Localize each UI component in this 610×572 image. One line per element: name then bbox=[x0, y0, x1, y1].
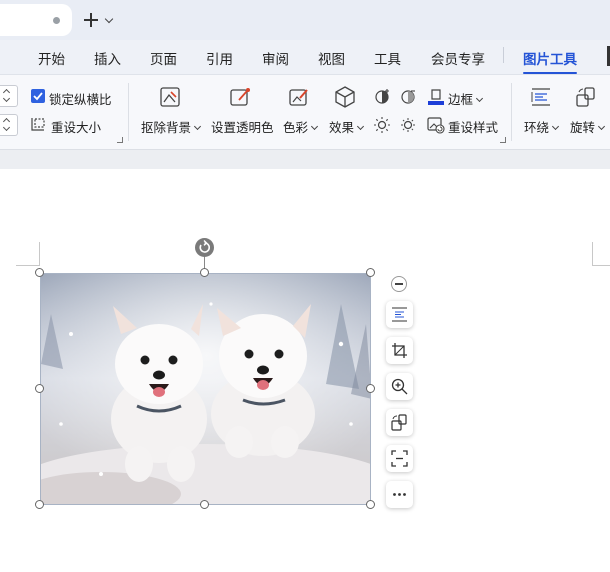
resize-handle-left[interactable] bbox=[35, 384, 44, 393]
menu-divider bbox=[503, 47, 504, 63]
reset-style-icon[interactable] bbox=[427, 116, 445, 134]
spin-down-icon[interactable] bbox=[2, 94, 11, 103]
resize-handle-top-left[interactable] bbox=[35, 268, 44, 277]
increase-brightness-icon[interactable] bbox=[373, 116, 391, 134]
resize-handle-bottom-left[interactable] bbox=[35, 500, 44, 509]
border-label: 边框 bbox=[448, 93, 474, 107]
color-button[interactable]: 色彩 bbox=[283, 117, 319, 136]
size-dialog-launcher-icon[interactable] bbox=[117, 137, 123, 143]
height-spinner[interactable] bbox=[0, 85, 18, 107]
chevron-down-icon bbox=[551, 122, 560, 131]
chevron-down-icon bbox=[310, 122, 319, 131]
document-tab[interactable] bbox=[0, 4, 72, 36]
color-adjust-icon[interactable] bbox=[288, 86, 310, 108]
margin-mark-right bbox=[592, 242, 593, 266]
reset-size-icon[interactable] bbox=[30, 116, 46, 132]
wrap-text-icon bbox=[392, 307, 407, 322]
menu-insert[interactable]: 插入 bbox=[94, 48, 121, 68]
width-spinner[interactable] bbox=[0, 114, 18, 136]
wrap-button[interactable]: 环绕 bbox=[524, 117, 560, 136]
remove-background-label: 抠除背景 bbox=[141, 121, 192, 135]
spin-down-icon[interactable] bbox=[2, 123, 11, 132]
effects-icon[interactable] bbox=[334, 85, 356, 109]
collapse-toolbar-icon[interactable] bbox=[391, 276, 407, 292]
ribbon-divider bbox=[511, 83, 512, 141]
rotate-button[interactable]: 旋转 bbox=[570, 117, 606, 136]
resize-handle-bottom-right[interactable] bbox=[366, 500, 375, 509]
decrease-contrast-icon[interactable] bbox=[399, 88, 417, 106]
ribbon-divider bbox=[128, 83, 129, 141]
resize-handle-right[interactable] bbox=[366, 384, 375, 393]
menu-page[interactable]: 页面 bbox=[150, 48, 177, 68]
resize-handle-top-right[interactable] bbox=[366, 268, 375, 277]
rotate-handle-icon[interactable] bbox=[195, 238, 214, 257]
lock-aspect-label[interactable]: 锁定纵横比 bbox=[49, 89, 112, 108]
resize-handle-bottom[interactable] bbox=[200, 500, 209, 509]
menu-tools[interactable]: 工具 bbox=[374, 48, 401, 68]
decrease-brightness-icon[interactable] bbox=[399, 116, 417, 134]
scan-button[interactable] bbox=[386, 445, 413, 472]
menu-references[interactable]: 引用 bbox=[206, 48, 233, 68]
set-transparent-color-icon[interactable] bbox=[229, 86, 251, 108]
chevron-down-icon bbox=[356, 122, 365, 131]
reset-style-label[interactable]: 重设样式 bbox=[448, 117, 498, 136]
remove-background-button[interactable]: 抠除背景 bbox=[141, 117, 202, 136]
remove-background-icon[interactable] bbox=[159, 86, 181, 108]
puppies-photo bbox=[41, 274, 370, 504]
zoom-in-icon bbox=[391, 378, 408, 395]
rotate-icon[interactable] bbox=[575, 86, 597, 108]
crop-icon bbox=[392, 343, 407, 358]
more-icon bbox=[393, 493, 406, 496]
menu-picture-tools[interactable]: 图片工具 bbox=[523, 48, 577, 74]
set-transparent-color-label[interactable]: 设置透明色 bbox=[211, 117, 274, 136]
chevron-down-icon bbox=[597, 122, 606, 131]
color-label: 色彩 bbox=[283, 121, 309, 135]
selected-image[interactable] bbox=[40, 273, 371, 505]
picture-style-launcher-icon[interactable] bbox=[500, 137, 506, 143]
unsaved-dot-icon bbox=[53, 17, 60, 24]
lock-aspect-checkbox[interactable] bbox=[31, 89, 45, 103]
chevron-down-icon bbox=[475, 94, 484, 103]
border-button[interactable]: 边框 bbox=[448, 89, 484, 108]
effects-label: 效果 bbox=[329, 121, 355, 135]
menu-review[interactable]: 审阅 bbox=[262, 48, 289, 68]
chevron-down-icon bbox=[193, 122, 202, 131]
check-icon bbox=[33, 92, 43, 101]
border-icon[interactable] bbox=[428, 88, 444, 106]
menu-view[interactable]: 视图 bbox=[318, 48, 345, 68]
resize-handle-top[interactable] bbox=[200, 268, 209, 277]
margin-mark-left bbox=[39, 242, 40, 266]
margin-mark-right-h bbox=[592, 265, 610, 266]
rotate-icon bbox=[391, 414, 407, 431]
rotate-label: 旋转 bbox=[570, 121, 596, 135]
zoom-in-button[interactable] bbox=[386, 373, 413, 400]
effects-button[interactable]: 效果 bbox=[329, 117, 365, 136]
more-button[interactable] bbox=[386, 481, 413, 508]
scan-icon bbox=[391, 450, 408, 467]
crop-button[interactable] bbox=[386, 337, 413, 364]
menu-bar: 开始 插入 页面 引用 审阅 视图 工具 会员专享 图片工具 bbox=[0, 40, 610, 75]
rotate-quick-button[interactable] bbox=[386, 409, 413, 436]
menu-home[interactable]: 开始 bbox=[38, 48, 65, 68]
reset-size-label[interactable]: 重设大小 bbox=[51, 117, 101, 136]
wrap-label: 环绕 bbox=[524, 121, 550, 135]
margin-mark-left-h bbox=[16, 265, 40, 266]
title-bar bbox=[0, 0, 610, 40]
page-gap bbox=[0, 150, 610, 169]
new-tab-plus-icon[interactable] bbox=[82, 9, 102, 31]
wrap-text-icon[interactable] bbox=[530, 86, 552, 108]
menu-member[interactable]: 会员专享 bbox=[431, 48, 485, 68]
wrap-text-quick-button[interactable] bbox=[386, 301, 413, 328]
increase-contrast-icon[interactable] bbox=[373, 88, 391, 106]
new-tab-dropdown-icon[interactable] bbox=[104, 14, 114, 24]
